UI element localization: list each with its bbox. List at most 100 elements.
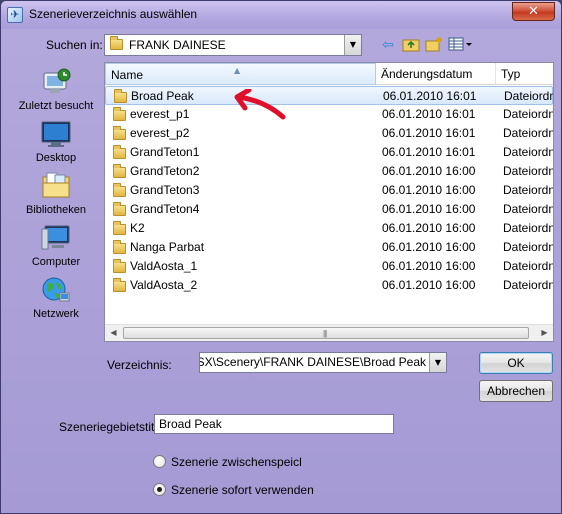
file-name: Broad Peak xyxy=(131,89,194,103)
file-type: Dateiordn xyxy=(503,221,554,235)
place-computer[interactable]: Computer xyxy=(11,223,101,268)
place-label: Zuletzt besucht xyxy=(18,100,94,112)
sort-ascending-icon: ▲ xyxy=(234,66,241,75)
table-row[interactable]: GrandTeton2 06.01.2010 16:00 Dateiordn xyxy=(105,162,553,181)
table-row[interactable]: Broad Peak 06.01.2010 16:01 Dateiordn xyxy=(105,86,553,105)
file-name: everest_p1 xyxy=(130,107,190,121)
file-date: 06.01.2010 16:00 xyxy=(382,202,476,216)
file-name: GrandTeton4 xyxy=(130,202,200,216)
cache-scenery-radio[interactable] xyxy=(153,455,166,468)
area-title-field[interactable]: Broad Peak xyxy=(154,414,394,434)
place-libraries[interactable]: Bibliotheken xyxy=(11,171,101,216)
chevron-down-icon[interactable]: ▼ xyxy=(429,353,446,372)
file-type: Dateiordn xyxy=(503,183,554,197)
table-row[interactable]: GrandTeton1 06.01.2010 16:01 Dateiordn xyxy=(105,143,553,162)
network-icon xyxy=(40,275,72,305)
scroll-right-icon[interactable]: ▶ xyxy=(536,325,553,341)
window-title: Szenerieverzeichnis auswählen xyxy=(29,7,198,21)
libraries-icon xyxy=(40,171,72,201)
file-date: 06.01.2010 16:00 xyxy=(382,240,476,254)
file-date: 06.01.2010 16:01 xyxy=(382,107,476,121)
directory-combo[interactable]: \FSX\Scenery\FRANK DAINESE\Broad Peak ▼ xyxy=(199,352,447,373)
file-name: GrandTeton2 xyxy=(130,164,200,178)
file-type: Dateiordn xyxy=(503,107,554,121)
file-type: Dateiordn xyxy=(503,145,554,159)
file-date: 06.01.2010 16:00 xyxy=(382,278,476,292)
file-type: Dateiordn xyxy=(503,278,554,292)
scroll-left-icon[interactable]: ◀ xyxy=(105,325,122,341)
file-name: Nanga Parbat xyxy=(130,240,205,254)
table-row[interactable]: everest_p1 06.01.2010 16:01 Dateiordn xyxy=(105,105,553,124)
computer-icon xyxy=(40,223,72,253)
up-folder-icon[interactable] xyxy=(401,36,421,54)
folder-icon xyxy=(113,164,126,178)
folder-icon xyxy=(113,145,126,159)
close-button[interactable]: ✕ xyxy=(512,2,555,21)
file-name: ValdAosta_2 xyxy=(130,278,198,292)
file-type: Dateiordn xyxy=(504,89,554,103)
column-header-date[interactable]: Änderungsdatum xyxy=(376,63,496,85)
recent-places-icon xyxy=(40,67,72,97)
table-row[interactable]: GrandTeton4 06.01.2010 16:00 Dateiordn xyxy=(105,200,553,219)
folder-icon xyxy=(110,36,123,50)
lookin-label: Suchen in: xyxy=(46,38,103,52)
column-header-name[interactable]: ▲ Name xyxy=(105,63,376,85)
use-scenery-now-radio[interactable] xyxy=(153,483,166,496)
place-label: Computer xyxy=(31,256,81,268)
back-arrow-icon[interactable]: ⇦ xyxy=(378,36,398,54)
column-header-type[interactable]: Typ xyxy=(496,63,553,85)
use-scenery-now-label: Szenerie sofort verwenden xyxy=(171,483,314,497)
file-list[interactable]: ▲ Name Änderungsdatum Typ Broad Peak 06.0… xyxy=(104,62,554,342)
file-name: ValdAosta_1 xyxy=(130,259,198,273)
folder-icon xyxy=(113,221,126,235)
file-date: 06.01.2010 16:01 xyxy=(383,89,477,103)
title-bar[interactable]: ✈ Szenerieverzeichnis auswählen ✕ xyxy=(1,1,561,29)
area-title-label: Szeneriegebietstitel: xyxy=(59,420,168,434)
chevron-down-icon[interactable]: ▼ xyxy=(344,35,361,55)
cache-scenery-label: Szenerie zwischenspeicl xyxy=(171,455,302,469)
folder-icon xyxy=(113,183,126,197)
lookin-value: FRANK DAINESE xyxy=(129,38,226,52)
table-row[interactable]: ValdAosta_2 06.01.2010 16:00 Dateiordn xyxy=(105,276,553,295)
app-icon: ✈ xyxy=(7,7,23,23)
file-type: Dateiordn xyxy=(503,126,554,140)
table-row[interactable]: ValdAosta_1 06.01.2010 16:00 Dateiordn xyxy=(105,257,553,276)
ok-button[interactable]: OK xyxy=(479,352,553,374)
file-name: K2 xyxy=(130,221,145,235)
table-row[interactable]: Nanga Parbat 06.01.2010 16:00 Dateiordn xyxy=(105,238,553,257)
file-date: 06.01.2010 16:01 xyxy=(382,126,476,140)
folder-icon xyxy=(114,89,127,103)
file-type: Dateiordn xyxy=(503,164,554,178)
horizontal-scrollbar[interactable]: ◀ ||| ▶ xyxy=(105,324,553,341)
file-type: Dateiordn xyxy=(503,202,554,216)
folder-icon xyxy=(113,240,126,254)
folder-icon xyxy=(113,278,126,292)
folder-icon xyxy=(113,126,126,140)
desktop-icon xyxy=(40,119,72,149)
table-row[interactable]: everest_p2 06.01.2010 16:01 Dateiordn xyxy=(105,124,553,143)
dialog-window: ✈ Szenerieverzeichnis auswählen ✕ Suchen… xyxy=(0,0,562,514)
folder-icon xyxy=(113,107,126,121)
file-name: GrandTeton1 xyxy=(130,145,200,159)
place-recent[interactable]: Zuletzt besucht xyxy=(11,67,101,112)
file-date: 06.01.2010 16:00 xyxy=(382,221,476,235)
place-desktop[interactable]: Desktop xyxy=(11,119,101,164)
new-folder-icon[interactable] xyxy=(424,36,444,54)
table-row[interactable]: K2 06.01.2010 16:00 Dateiordn xyxy=(105,219,553,238)
lookin-combo[interactable]: FRANK DAINESE ▼ xyxy=(104,34,362,56)
folder-icon xyxy=(113,202,126,216)
place-network[interactable]: Netzwerk xyxy=(11,275,101,320)
folder-icon xyxy=(113,259,126,273)
table-row[interactable]: GrandTeton3 06.01.2010 16:00 Dateiordn xyxy=(105,181,553,200)
scrollbar-thumb[interactable]: ||| xyxy=(123,327,529,339)
file-type: Dateiordn xyxy=(503,259,554,273)
file-type: Dateiordn xyxy=(503,240,554,254)
file-date: 06.01.2010 16:00 xyxy=(382,164,476,178)
cancel-button[interactable]: Abbrechen xyxy=(479,380,553,402)
view-menu-icon[interactable] xyxy=(447,36,475,54)
place-label: Bibliotheken xyxy=(26,204,86,216)
file-name: GrandTeton3 xyxy=(130,183,200,197)
file-date: 06.01.2010 16:01 xyxy=(382,145,476,159)
file-name: everest_p2 xyxy=(130,126,190,140)
file-date: 06.01.2010 16:00 xyxy=(382,183,476,197)
